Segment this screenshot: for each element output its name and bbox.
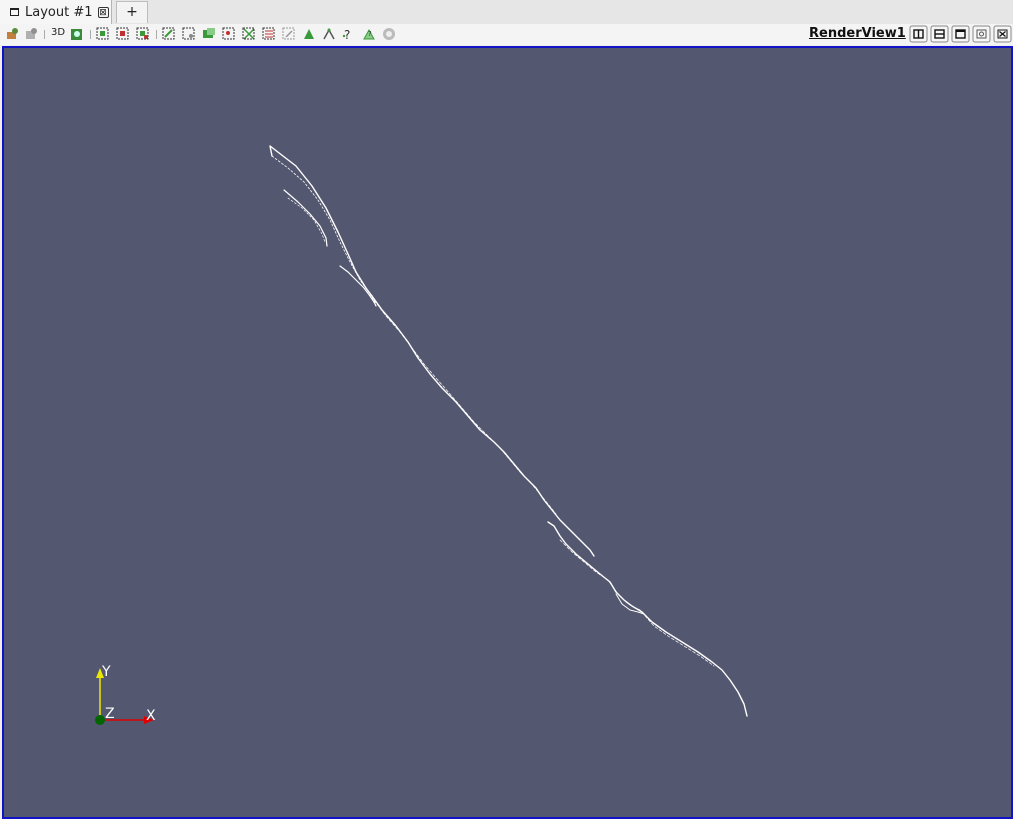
- rendered-scene[interactable]: [4, 48, 1011, 817]
- interactive-select-icon[interactable]: [202, 27, 216, 41]
- toolbar-separator: [156, 30, 157, 39]
- tab-layout-1[interactable]: Layout #1 ⊠: [0, 0, 112, 24]
- render-view-title[interactable]: RenderView1: [809, 26, 906, 41]
- clear-selection-icon[interactable]: [302, 27, 316, 41]
- zoom-data-icon[interactable]: [24, 27, 38, 41]
- select-cells-icon[interactable]: [96, 27, 110, 41]
- maximize-icon[interactable]: [951, 25, 970, 43]
- tab-label: Layout #1: [25, 4, 93, 20]
- camera-undo-icon[interactable]: [70, 27, 84, 41]
- select-block-icon[interactable]: [136, 27, 150, 41]
- polyline-geometry: [269, 145, 748, 717]
- shrink-selection-icon[interactable]: [282, 27, 296, 41]
- y-axis-label: Y: [102, 664, 111, 680]
- x-axis-label: X: [146, 708, 156, 724]
- mode-3d-button[interactable]: 3D: [51, 27, 65, 38]
- close-view-icon[interactable]: [993, 25, 1012, 43]
- split-horizontal-icon[interactable]: [909, 25, 928, 43]
- hover-cells-icon[interactable]: [242, 27, 256, 41]
- cancel-icon[interactable]: [382, 27, 396, 41]
- select-points-icon[interactable]: [116, 27, 130, 41]
- toolbar-separator: [90, 30, 91, 39]
- z-axis-marker: [95, 715, 105, 725]
- split-vertical-icon[interactable]: [930, 25, 949, 43]
- extract-selection-icon[interactable]: [322, 27, 336, 41]
- annotate-icon[interactable]: ?: [362, 27, 376, 41]
- tab-bar: Layout #1 ⊠ +: [0, 0, 1013, 25]
- add-tab-button[interactable]: +: [116, 1, 148, 23]
- reset-camera-icon[interactable]: [5, 27, 19, 41]
- capture-icon[interactable]: [972, 25, 991, 43]
- z-axis-label: Z: [105, 706, 115, 722]
- query-icon[interactable]: ?: [342, 27, 356, 41]
- render-view[interactable]: Y Z X: [2, 46, 1013, 819]
- select-frustum-icon[interactable]: [162, 27, 176, 41]
- close-tab-icon[interactable]: ⊠: [97, 6, 109, 18]
- select-polygon-icon[interactable]: [182, 27, 196, 41]
- view-toolbar: 3D ? ? RenderView1: [0, 24, 1013, 45]
- svg-text:?: ?: [368, 30, 372, 38]
- svg-text:?: ?: [344, 28, 350, 41]
- window-icon: [10, 8, 19, 16]
- hover-points-icon[interactable]: [222, 27, 236, 41]
- grow-selection-icon[interactable]: [262, 27, 276, 41]
- toolbar-separator: [44, 30, 45, 39]
